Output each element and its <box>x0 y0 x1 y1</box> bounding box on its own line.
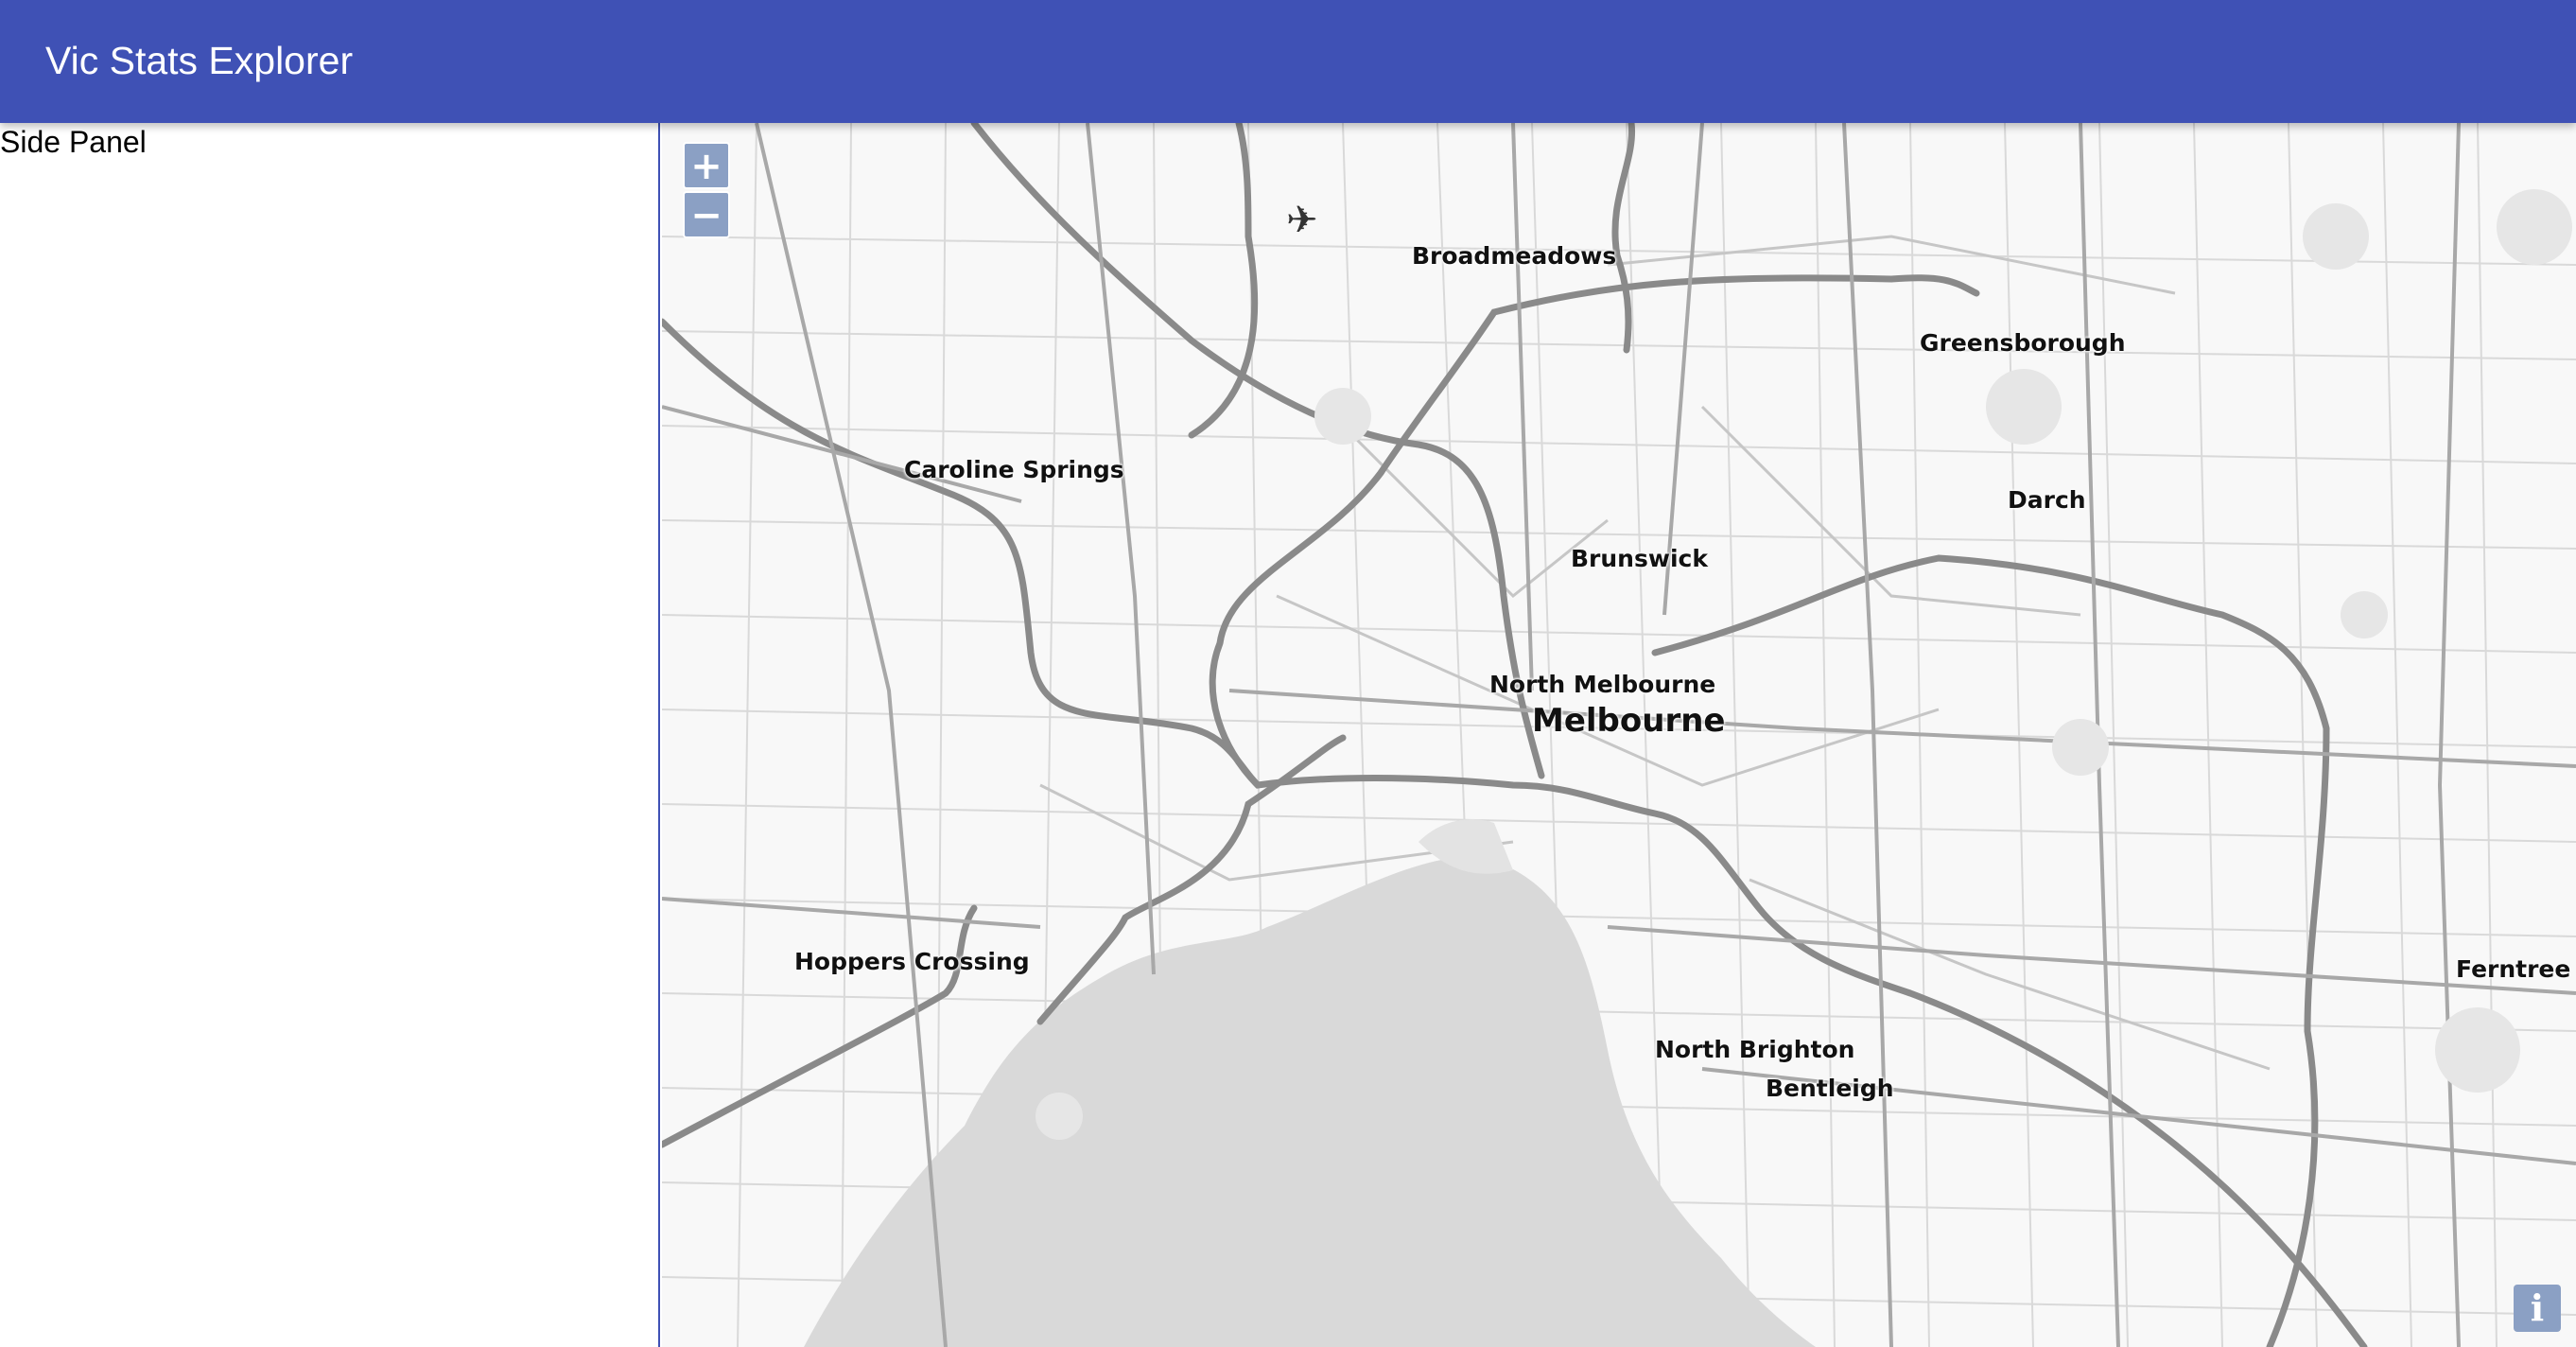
app-title: Vic Stats Explorer <box>45 39 354 82</box>
map-label: Melbourne <box>1532 702 1726 740</box>
map-label: Darch <box>2008 486 2086 514</box>
side-panel: Side Panel <box>0 123 660 1347</box>
airport-icon: ✈ <box>1286 200 1318 241</box>
map-label: Bentleigh <box>1766 1075 1894 1102</box>
zoom-out-button[interactable]: − <box>683 191 730 238</box>
zoom-in-button[interactable]: + <box>683 142 730 189</box>
map-label: Hoppers Crossing <box>794 948 1030 975</box>
side-panel-title: Side Panel <box>0 125 147 159</box>
map-view[interactable]: + − ✈ Broadmeadows Greensborough Carolin… <box>662 123 2576 1347</box>
info-icon[interactable]: i <box>2514 1285 2561 1332</box>
map-label: Caroline Springs <box>904 456 1124 483</box>
map-label: Greensborough <box>1920 329 2126 357</box>
map-label: Broadmeadows <box>1412 242 1617 270</box>
map-label: Ferntree G <box>2456 955 2576 983</box>
map-label: North Melbourne <box>1489 671 1716 698</box>
map-label: Brunswick <box>1571 545 1708 572</box>
map-label: North Brighton <box>1655 1036 1855 1063</box>
app-header: Vic Stats Explorer <box>0 0 2576 123</box>
